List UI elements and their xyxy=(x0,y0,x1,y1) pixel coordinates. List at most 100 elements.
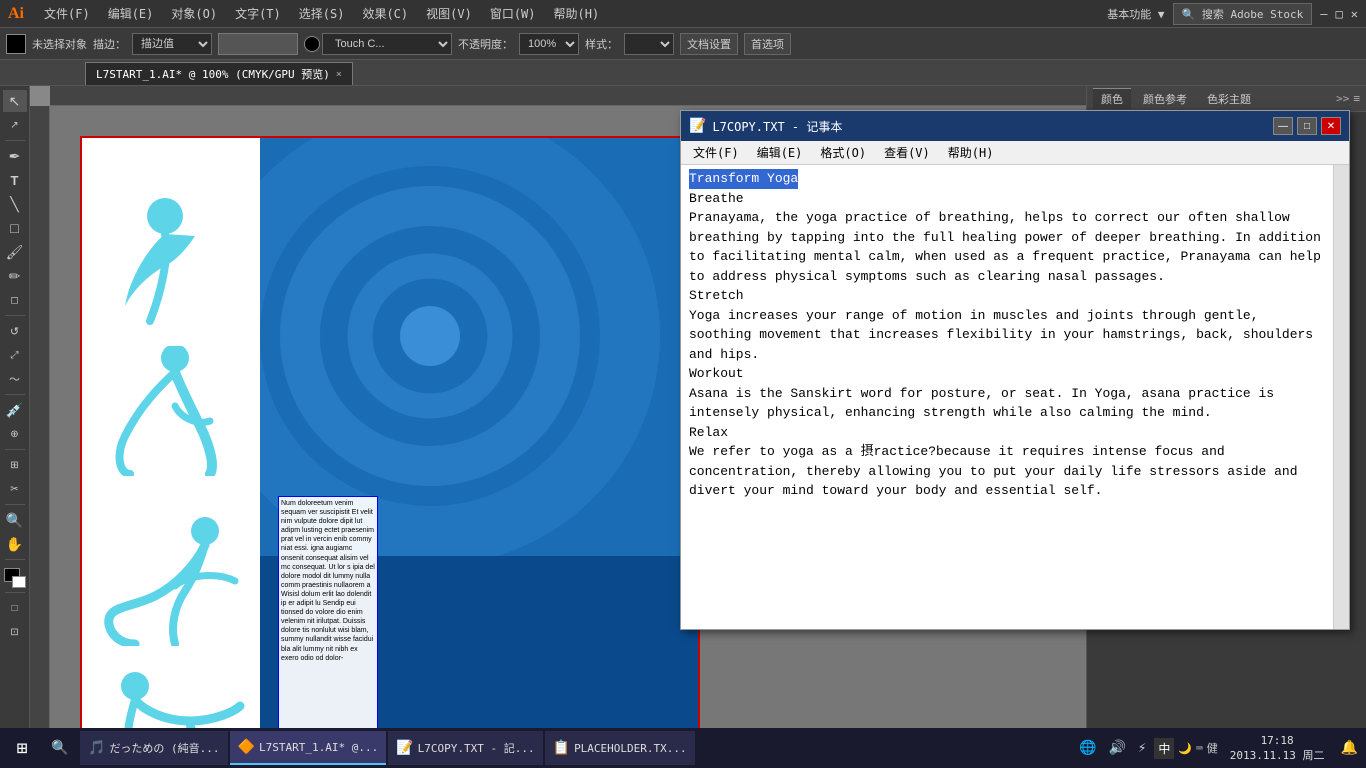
preferences-btn[interactable]: 首选项 xyxy=(744,33,791,55)
select-tool[interactable]: ↖ xyxy=(3,90,27,112)
workspace-label: 基本功能 ▼ xyxy=(1107,6,1164,22)
style-label: 样式： xyxy=(585,36,618,52)
style-select[interactable] xyxy=(624,33,674,55)
notification-btn[interactable]: 🔔 xyxy=(1337,740,1362,756)
clock-date: 2013.11.13 周二 xyxy=(1230,747,1325,763)
taskbar-network-icon: 🌐 xyxy=(1075,740,1100,756)
app1-label: だっための (純音... xyxy=(109,740,219,756)
direct-select-tool[interactable]: ↗ xyxy=(3,114,27,136)
background-color[interactable] xyxy=(12,576,26,588)
taskbar-search-btn[interactable]: 🔍 xyxy=(42,731,78,765)
pencil-tool[interactable]: ✏ xyxy=(3,265,27,287)
menu-window[interactable]: 窗口(W) xyxy=(482,3,544,24)
stroke-select[interactable]: 描边值 xyxy=(132,33,212,55)
notepad-menu-edit[interactable]: 编辑(E) xyxy=(749,142,811,163)
document-tab[interactable]: L7START_1.AI* @ 100% (CMYK/GPU 预览) × xyxy=(85,62,353,85)
yoga-silhouette-2 xyxy=(100,346,230,476)
close-btn[interactable]: ✕ xyxy=(1351,7,1358,21)
app3-icon: 📝 xyxy=(396,740,413,756)
opacity-select[interactable]: 100% xyxy=(519,33,579,55)
menu-bar: Ai 文件(F) 编辑(E) 对象(O) 文字(T) 选择(S) 效果(C) 视… xyxy=(0,0,1366,28)
start-button[interactable]: ⊞ xyxy=(4,731,40,765)
notepad-menu-format[interactable]: 格式(O) xyxy=(812,142,874,163)
eyedropper-tool[interactable]: 💉 xyxy=(3,399,27,421)
tab-close-btn[interactable]: × xyxy=(336,69,342,80)
blend-tool[interactable]: ⊕ xyxy=(3,423,27,445)
clock-time: 17:18 xyxy=(1230,734,1325,747)
panel-tab-colortheme[interactable]: 色彩主题 xyxy=(1199,89,1259,109)
artboard-tool[interactable]: ⊞ xyxy=(3,454,27,476)
minimize-btn[interactable]: — xyxy=(1320,7,1327,21)
touch-brush-container: Touch C... xyxy=(304,33,452,55)
menu-file[interactable]: 文件(F) xyxy=(36,3,98,24)
pen-tool[interactable]: ✒ xyxy=(3,145,27,167)
notepad-menu-file[interactable]: 文件(F) xyxy=(685,142,747,163)
eraser-tool[interactable]: ◻ xyxy=(3,289,27,311)
ime-keyboard: ⌨ xyxy=(1196,742,1203,755)
taskbar-app-1[interactable]: 🎵 だっための (純音... xyxy=(80,731,228,765)
right-panel-header: 颜色 颜色参考 色彩主题 >> ≡ xyxy=(1087,86,1366,112)
type-tool[interactable]: T xyxy=(3,169,27,191)
brush-select[interactable]: Touch C... xyxy=(322,33,452,55)
notepad-maximize-btn[interactable]: □ xyxy=(1297,117,1317,135)
app3-label: L7COPY.TXT - 記... xyxy=(418,740,535,756)
scale-tool[interactable]: ⤢ xyxy=(3,344,27,366)
notepad-icon: 📝 xyxy=(689,118,706,134)
color-boxes[interactable] xyxy=(4,568,26,588)
menu-help[interactable]: 帮助(H) xyxy=(546,3,608,24)
app4-label: PLACEHOLDER.TX... xyxy=(574,742,687,755)
notepad-menubar: 文件(F) 编辑(E) 格式(O) 查看(V) 帮助(H) xyxy=(681,141,1349,165)
notepad-minimize-btn[interactable]: — xyxy=(1273,117,1293,135)
panel-tab-color[interactable]: 颜色 xyxy=(1093,88,1131,109)
rotate-tool[interactable]: ↺ xyxy=(3,320,27,342)
taskbar-app-2[interactable]: 🔶 L7START_1.AI* @... xyxy=(230,731,387,765)
menu-select[interactable]: 选择(S) xyxy=(291,3,353,24)
app2-icon: 🔶 xyxy=(238,739,255,755)
rect-tool[interactable]: □ xyxy=(3,217,27,239)
opacity-label: 不透明度： xyxy=(458,36,513,52)
taskbar-app-3[interactable]: 📝 L7COPY.TXT - 記... xyxy=(388,731,542,765)
ai-document: Num doloreetum venim sequam ver suscipis… xyxy=(80,136,700,736)
app4-icon: 📋 xyxy=(553,740,570,756)
menu-text[interactable]: 文字(T) xyxy=(227,3,289,24)
menu-effect[interactable]: 效果(C) xyxy=(354,3,416,24)
menu-edit[interactable]: 编辑(E) xyxy=(100,3,162,24)
line-tool[interactable]: ╲ xyxy=(3,193,27,215)
hand-tool[interactable]: ✋ xyxy=(3,533,27,555)
top-right-controls: 基本功能 ▼ 🔍 搜索 Adobe Stock — □ ✕ xyxy=(1107,3,1358,25)
taskbar-clock[interactable]: 17:18 2013.11.13 周二 xyxy=(1222,734,1333,763)
taskbar-app-4[interactable]: 📋 PLACEHOLDER.TX... xyxy=(545,731,695,765)
slice-tool[interactable]: ✂ xyxy=(3,478,27,500)
notepad-menu-view[interactable]: 查看(V) xyxy=(876,142,938,163)
paintbrush-tool[interactable]: 🖌 xyxy=(3,241,27,263)
ime-health: 健 xyxy=(1207,740,1218,756)
maximize-btn[interactable]: □ xyxy=(1336,7,1343,21)
ruler-top xyxy=(50,86,1086,106)
doc-white-left xyxy=(80,136,260,736)
stroke-color-swatch[interactable] xyxy=(6,34,26,54)
menu-object[interactable]: 对象(O) xyxy=(163,3,225,24)
screen-mode-btn[interactable]: ⊡ xyxy=(3,621,27,643)
panel-menu-btn[interactable]: ≡ xyxy=(1353,92,1360,105)
notepad-scrollbar[interactable] xyxy=(1333,165,1349,629)
warp-tool[interactable]: 〜 xyxy=(3,368,27,390)
brush-icon xyxy=(304,36,320,52)
yoga-silhouette-3 xyxy=(95,516,245,646)
tab-title: L7START_1.AI* @ 100% (CMYK/GPU 预览) xyxy=(96,66,330,82)
search-stock-btn[interactable]: 🔍 搜索 Adobe Stock xyxy=(1173,3,1313,25)
drawing-mode-btn[interactable]: □ xyxy=(3,597,27,619)
canvas-text-box[interactable]: Num doloreetum venim sequam ver suscipis… xyxy=(278,496,378,736)
panel-expand-btn[interactable]: >> xyxy=(1336,92,1349,105)
notepad-menu-help[interactable]: 帮助(H) xyxy=(940,142,1002,163)
menu-view[interactable]: 视图(V) xyxy=(418,3,480,24)
notepad-close-btn[interactable]: ✕ xyxy=(1321,117,1341,135)
zoom-tool[interactable]: 🔍 xyxy=(3,509,27,531)
notepad-textarea[interactable]: Transform Yoga Breathe Pranayama, the yo… xyxy=(681,165,1333,629)
ime-moon: 🌙 xyxy=(1178,742,1192,755)
taskbar-right: 🌐 🔊 ⚡ 中 🌙 ⌨ 健 17:18 2013.11.13 周二 🔔 xyxy=(1075,734,1362,763)
panel-tab-colorref[interactable]: 颜色参考 xyxy=(1135,89,1195,109)
toolbar: 未选择对象 描边： 描边值 Touch C... 不透明度： 100% 样式： … xyxy=(0,28,1366,60)
ime-cn[interactable]: 中 xyxy=(1154,738,1174,759)
menu-items: 文件(F) 编辑(E) 对象(O) 文字(T) 选择(S) 效果(C) 视图(V… xyxy=(36,3,607,24)
doc-settings-btn[interactable]: 文档设置 xyxy=(680,33,738,55)
